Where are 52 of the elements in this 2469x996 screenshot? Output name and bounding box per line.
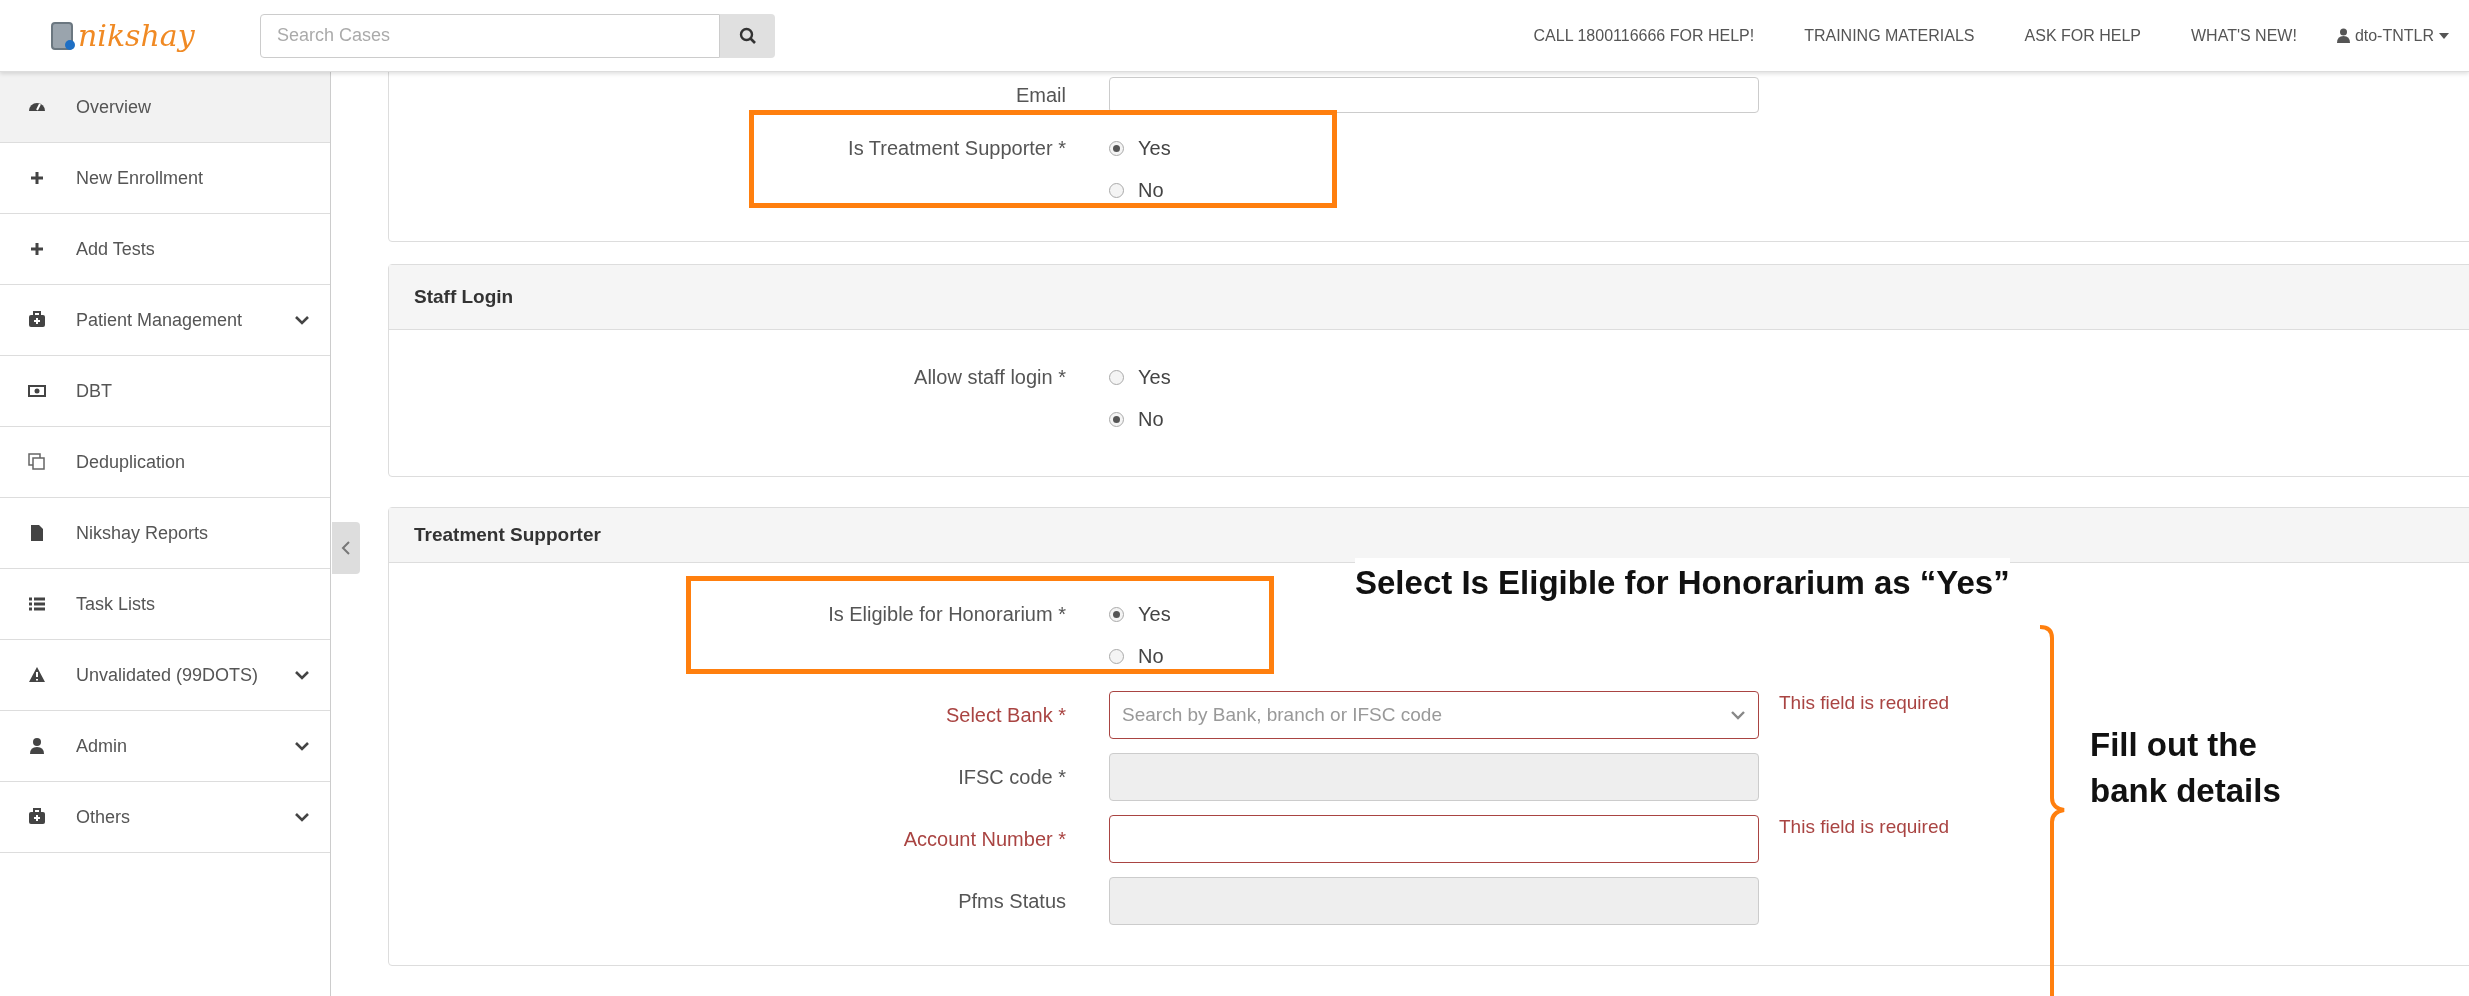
error-message: This field is required: [1779, 815, 1950, 839]
nav-link[interactable]: ASK FOR HELP: [2024, 23, 2141, 48]
search-field[interactable]: Search Cases: [260, 13, 720, 58]
field-label: Is Eligible for Honorarium *: [827, 602, 1066, 627]
briefcase-icon: [28, 808, 46, 826]
radio-option[interactable]: No: [1109, 635, 1171, 677]
caret-icon: [2439, 32, 2449, 39]
plus-icon: [28, 240, 46, 258]
field-label: Pfms Status: [957, 889, 1066, 914]
sidebar-item[interactable]: Overview: [0, 72, 330, 143]
radio-option[interactable]: Yes: [1109, 593, 1171, 635]
user-icon: [2336, 28, 2350, 43]
annotation-text: Fill out the bank details: [2090, 725, 2282, 811]
plus-icon: [28, 169, 46, 187]
nav-link[interactable]: WHAT'S NEW!: [2191, 23, 2297, 48]
radio-button[interactable]: [1109, 182, 1124, 198]
warning-icon: [28, 666, 46, 684]
input-field[interactable]: [1109, 815, 1759, 863]
briefcase-icon: [28, 311, 46, 329]
sidebar-collapse-button[interactable]: [332, 522, 360, 574]
radio-option[interactable]: Yes: [1109, 127, 1171, 169]
tablet-logo-icon: [50, 20, 76, 51]
document-icon: [28, 524, 46, 542]
error-message: This field is required: [1779, 691, 1950, 715]
field-label: Allow staff login *: [913, 365, 1066, 390]
nav-link[interactable]: CALL 1800116666 FOR HELP!: [1533, 23, 1755, 48]
radio-button[interactable]: [1109, 140, 1124, 156]
radio-option[interactable]: No: [1109, 169, 1171, 211]
radio-button[interactable]: [1109, 369, 1124, 385]
radio-button[interactable]: [1109, 606, 1124, 622]
field-label: Email: [1015, 83, 1066, 108]
field-label: Account Number *: [902, 827, 1066, 852]
field-label: Select Bank *: [944, 703, 1066, 728]
user-icon: [28, 737, 46, 755]
field-label: Is Treatment Supporter *: [847, 136, 1066, 161]
chevron-left-icon: [341, 540, 351, 556]
search-button[interactable]: [720, 13, 775, 58]
radio-button[interactable]: [1109, 648, 1124, 664]
section-title: Staff Login: [414, 284, 514, 309]
search-icon: [738, 26, 757, 45]
list-icon: [28, 595, 46, 613]
radio-option[interactable]: No: [1109, 398, 1171, 440]
logo-text: nikshay: [78, 20, 195, 51]
chevron-down-icon: [1730, 710, 1746, 720]
radio-option[interactable]: Yes: [1109, 356, 1171, 398]
field-label: IFSC code *: [957, 765, 1066, 790]
user-menu[interactable]: dto-TNTLR: [2336, 23, 2449, 48]
nav-link[interactable]: TRAINING MATERIALS: [1804, 23, 1975, 48]
copy-icon: [28, 453, 46, 471]
section-title: Treatment Supporter: [414, 522, 601, 547]
banknote-icon: [28, 382, 46, 400]
radio-button[interactable]: [1109, 411, 1124, 427]
